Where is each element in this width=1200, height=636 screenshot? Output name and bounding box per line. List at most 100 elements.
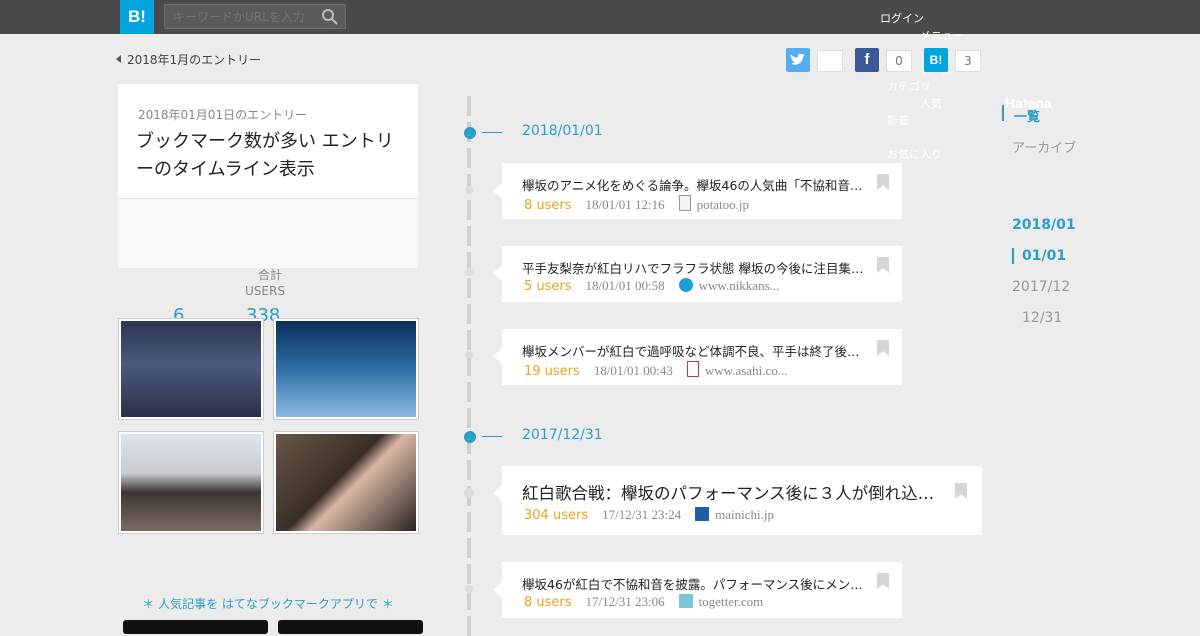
stats-label: 合計 [258, 268, 283, 282]
nav-day-active[interactable]: 01/01 [1022, 248, 1066, 264]
photo-image [121, 434, 261, 531]
triangle-left-icon [116, 55, 121, 63]
entry-meta: 19 users 18/01/01 00:43 www.asahi.co... [524, 361, 787, 379]
timeline-entry-dot [465, 585, 473, 593]
timeline-tick [482, 436, 502, 437]
bookmark-icon[interactable] [877, 174, 889, 190]
entry-meta: 8 users 18/01/01 12:16 potatoo.jp [524, 195, 749, 213]
bookmark-icon[interactable] [877, 573, 889, 589]
entry-title[interactable]: 欅坂のアニメ化をめぐる論争。欅坂46の人気曲「不協和音」のアニメ化についての記事… [522, 175, 864, 194]
timeline-tick [482, 132, 502, 133]
app-store-button[interactable] [123, 620, 268, 634]
timeline-date-heading: 2018/01/01 [522, 123, 603, 139]
bookmark-icon[interactable] [877, 340, 889, 356]
thumbnail-image[interactable] [118, 431, 264, 534]
timeline-entry-dot [465, 186, 473, 194]
entry-pointer [493, 582, 502, 598]
nav-archive-link[interactable]: アーカイブ [1012, 137, 1076, 156]
entry-users[interactable]: 8 users [524, 198, 572, 213]
menu-item[interactable]: 新着 [887, 112, 909, 128]
search-input[interactable] [165, 5, 331, 28]
summary-card: 2018年01月01日のエントリー ブックマーク数が多い エントリーのタイムライ… [118, 84, 418, 268]
entry-title[interactable]: 欅坂46が紅白で不協和音を披露。パフォーマンス後にメンバーが倒れ込み心配の声が広… [522, 574, 864, 593]
thumbnail-image[interactable] [273, 318, 419, 420]
menu-item[interactable]: お気に入り [887, 146, 942, 162]
nav-active-marker [1002, 105, 1004, 121]
entry-title[interactable]: 紅白歌合戦：欅坂のパフォーマンス後に３人が倒れ込む - 毎日新聞 [522, 480, 942, 504]
thumbnail-image[interactable] [273, 431, 419, 534]
hatena-bookmark-count: 3 [955, 50, 981, 72]
entry-title[interactable]: 平手友梨奈が紅白リハでフラフラ状態 欅坂の今後に注目集まる - 芸能 : 日刊ス… [522, 258, 864, 277]
menu-item[interactable]: メニュー [920, 27, 964, 43]
back-link[interactable]: 2018年1月のエントリー [116, 51, 261, 68]
menu-item[interactable]: 人気 [920, 95, 942, 111]
entry-card[interactable]: 欅坂のアニメ化をめぐる論争。欅坂46の人気曲「不協和音」のアニメ化についての記事… [502, 163, 902, 219]
entry-time: 18/01/01 12:16 [585, 197, 665, 212]
entry-time: 17/12/31 23:24 [602, 507, 682, 522]
entry-site[interactable]: www.nikkans... [699, 278, 780, 293]
photo-image [276, 321, 416, 417]
facebook-icon[interactable]: f [855, 48, 879, 72]
search-box [164, 4, 346, 29]
facebook-count: 0 [886, 50, 912, 72]
timeline-date-dot [464, 431, 476, 443]
nikkansports-favicon-icon [678, 278, 693, 292]
entry-meta: 5 users 18/01/01 00:58 www.nikkans... [524, 278, 779, 294]
entry-site[interactable]: mainichi.jp [715, 507, 774, 522]
entry-pointer [493, 265, 502, 281]
hatena-bookmark-logo[interactable]: B! [120, 0, 154, 34]
photo-image [121, 321, 261, 417]
bookmark-icon[interactable] [877, 257, 889, 273]
photo-image [276, 434, 416, 531]
entry-time: 17/12/31 23:06 [585, 594, 665, 609]
timeline-entry-dot [464, 488, 474, 498]
entry-site[interactable]: www.asahi.co... [705, 363, 788, 378]
entry-pointer [493, 183, 502, 199]
login-link[interactable]: ログイン [880, 10, 924, 26]
togetter-favicon-icon [678, 594, 693, 608]
card-footer [118, 198, 418, 268]
card-title: ブックマーク数が多い エントリーのタイムライン表示 [136, 131, 394, 180]
twitter-count [817, 50, 843, 72]
timeline-line [467, 96, 471, 636]
search-icon[interactable] [321, 8, 339, 26]
back-link-label: 2018年1月のエントリー [127, 53, 262, 67]
entry-card-featured[interactable]: 紅白歌合戦：欅坂のパフォーマンス後に３人が倒れ込む - 毎日新聞 304 use… [502, 466, 982, 535]
entry-card[interactable]: 欅坂46が紅白で不協和音を披露。パフォーマンス後にメンバーが倒れ込み心配の声が広… [502, 562, 902, 618]
entry-card[interactable]: 平手友梨奈が紅白リハでフラフラ状態 欅坂の今後に注目集まる - 芸能 : 日刊ス… [502, 246, 902, 302]
entry-pointer [493, 485, 502, 501]
timeline-date-dot [464, 127, 476, 139]
entry-pointer [493, 348, 502, 364]
stats-users-label: USERS [245, 284, 285, 298]
entry-title[interactable]: 欅坂メンバーが紅白で過呼吸など体調不良、平手は終了後に倒れる [522, 341, 864, 360]
nav-current[interactable]: 一覧 [1014, 106, 1040, 125]
card-date: 2018年01月01日のエントリー [138, 108, 308, 122]
google-play-button[interactable] [278, 620, 423, 634]
nav-month-active[interactable]: 2018/01 [1012, 217, 1076, 233]
entry-users[interactable]: 304 users [524, 508, 588, 523]
nav-active-marker [1012, 248, 1014, 264]
entry-users[interactable]: 8 users [524, 595, 572, 610]
nav-month[interactable]: 2017/12 [1012, 279, 1070, 295]
entry-users[interactable]: 19 users [524, 364, 580, 379]
entry-meta: 304 users 17/12/31 23:24 mainichi.jp [524, 507, 774, 523]
asahi-favicon-icon [686, 361, 699, 377]
entry-users[interactable]: 5 users [524, 279, 572, 294]
app-promo[interactable]: ＊ 人気記事を はてなブックマークアプリで ＊ [118, 595, 418, 612]
entry-site[interactable]: togetter.com [699, 594, 764, 609]
bookmark-icon[interactable] [955, 483, 967, 499]
document-favicon-icon [678, 195, 691, 211]
twitter-icon[interactable] [786, 48, 810, 72]
mainichi-favicon-icon [695, 507, 710, 521]
hatena-bookmark-share-icon[interactable]: B! [924, 48, 948, 72]
nav-day[interactable]: 12/31 [1022, 310, 1062, 326]
timeline-entry-dot [465, 268, 473, 276]
entry-card[interactable]: 欅坂メンバーが紅白で過呼吸など体調不良、平手は終了後に倒れる 19 users 1… [502, 329, 902, 385]
thumbnail-image[interactable] [118, 318, 264, 420]
menu-item[interactable]: カテゴリ [887, 78, 931, 94]
entry-site[interactable]: potatoo.jp [697, 197, 749, 212]
timeline-date-heading: 2017/12/31 [522, 427, 603, 443]
timeline-entry-dot [465, 351, 473, 359]
entry-meta: 8 users 17/12/31 23:06 togetter.com [524, 594, 763, 610]
entry-time: 18/01/01 00:58 [585, 278, 665, 293]
